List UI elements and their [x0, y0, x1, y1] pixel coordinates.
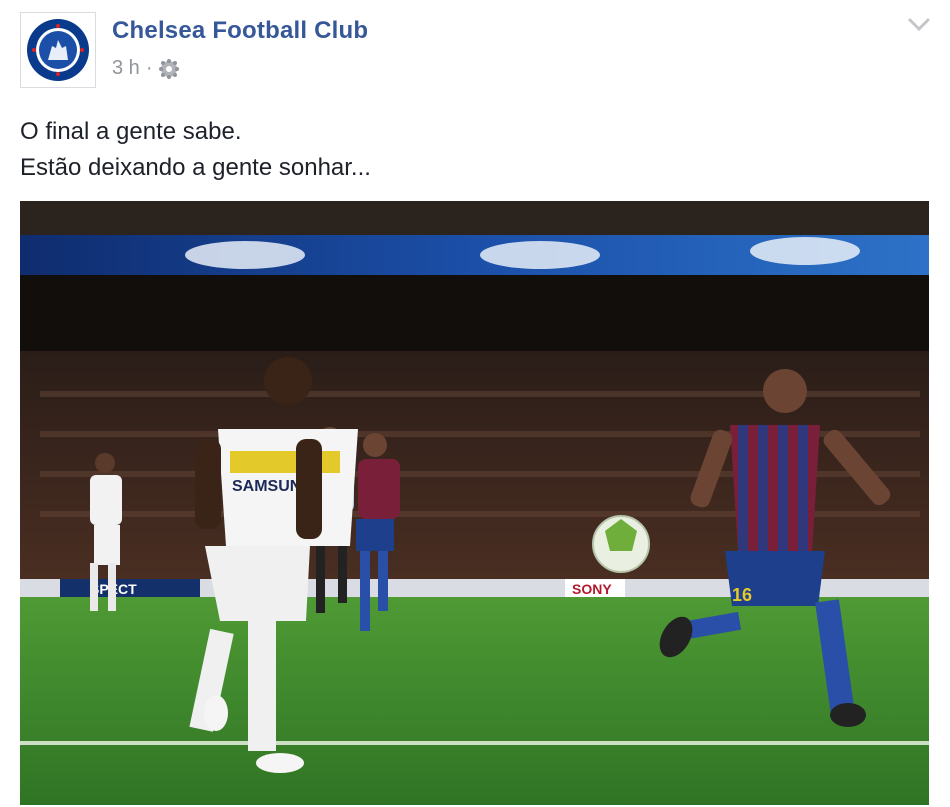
page-avatar[interactable]: [20, 12, 96, 88]
page-name-link[interactable]: Chelsea Football Club: [112, 17, 368, 45]
sponsor-board-text: SONY: [572, 581, 612, 597]
post-header: Chelsea Football Club 3 h ·: [0, 0, 950, 100]
message-line-2: Estão deixando a gente sonhar...: [20, 154, 371, 181]
meta-separator: ·: [145, 57, 153, 79]
public-globe-icon[interactable]: [158, 58, 180, 80]
post-message: O final a gente sabe. Estão deixando a g…: [20, 114, 371, 186]
post-timestamp[interactable]: 3 h: [112, 57, 140, 80]
soccer-ball: [592, 515, 650, 573]
pitch: [20, 597, 929, 805]
football-match-photo: SPECT SONY: [20, 201, 929, 805]
post-meta: 3 h ·: [112, 57, 180, 80]
chelsea-crest-icon: [27, 19, 89, 81]
post-photo[interactable]: SPECT SONY: [20, 201, 929, 805]
player-number: 16: [732, 585, 752, 605]
message-line-1: O final a gente sabe.: [20, 118, 242, 145]
chevron-down-icon[interactable]: [906, 14, 932, 36]
